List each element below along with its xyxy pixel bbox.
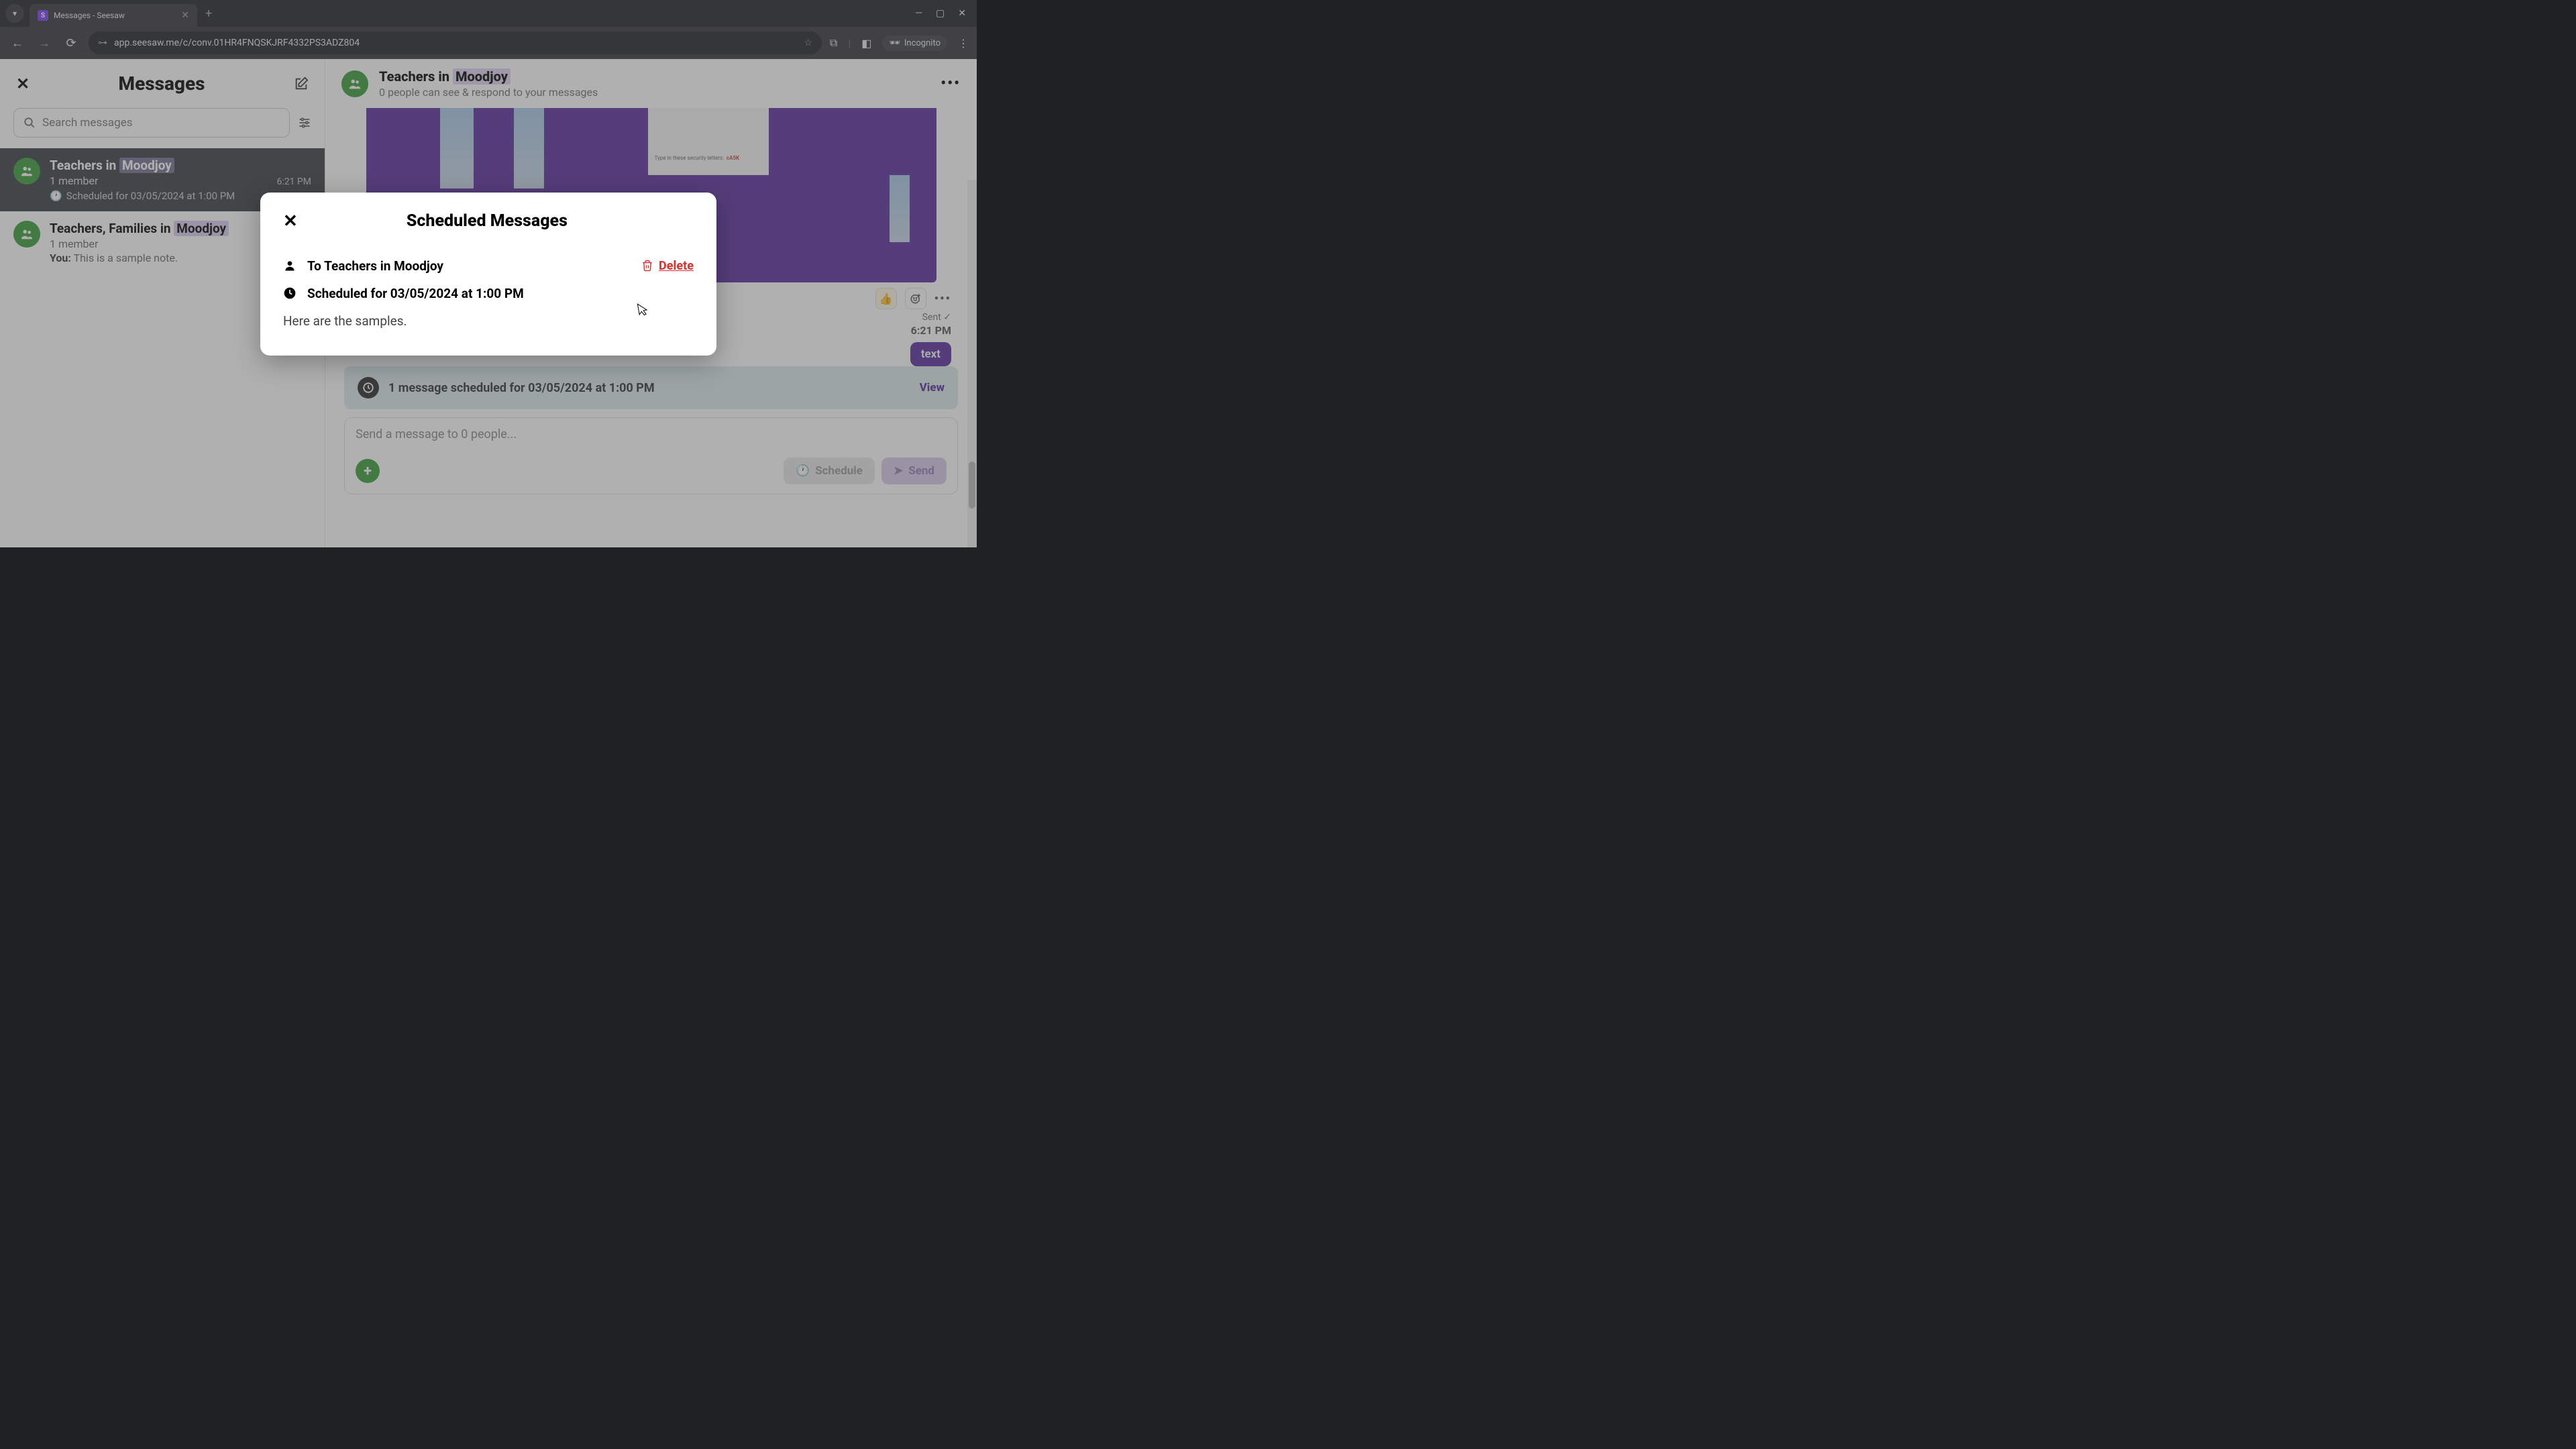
modal-close-button[interactable]: ✕ xyxy=(283,211,298,231)
mouse-cursor xyxy=(635,301,651,319)
scheduled-messages-modal: ✕ Scheduled Messages To Teachers in Mood… xyxy=(260,193,716,356)
delete-label: Delete xyxy=(659,259,694,273)
modal-title: Scheduled Messages xyxy=(298,211,676,231)
modal-overlay[interactable]: ✕ Scheduled Messages To Teachers in Mood… xyxy=(0,0,977,547)
modal-to-line: To Teachers in Moodjoy xyxy=(307,258,641,274)
clock-icon xyxy=(283,286,301,300)
delete-button[interactable]: Delete xyxy=(641,259,694,273)
modal-message-body: Here are the samples. xyxy=(283,313,694,329)
modal-scheduled-line: Scheduled for 03/05/2024 at 1:00 PM xyxy=(307,286,524,301)
trash-icon xyxy=(641,260,653,272)
person-icon xyxy=(283,259,301,272)
